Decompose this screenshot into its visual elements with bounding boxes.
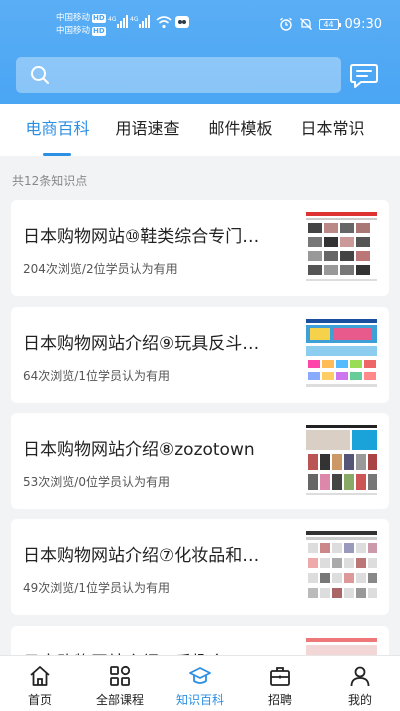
hd-badge-2: HD: [92, 27, 106, 36]
card-meta: 53次浏览/0位学员认为有用: [23, 475, 170, 489]
battery-icon: 44: [318, 18, 341, 30]
card-title: 日本购物网站介绍⑧zozotown: [23, 440, 255, 460]
nav-label: 首页: [27, 693, 52, 707]
card-title: 日本购物网站⑩鞋类综合专门…: [23, 227, 260, 247]
status-bar: 中国移动 HD 中国移动 HD 4G 4G 44 09:30: [0, 0, 400, 46]
app-notification-icon: [175, 16, 189, 28]
nav-label: 全部课程: [95, 693, 144, 707]
knowledge-card[interactable]: 日本购物网站⑩鞋类综合专门… 204次浏览/2位学员认为有用: [11, 200, 389, 296]
status-right: 44 09:30: [279, 14, 382, 34]
carrier-2: 中国移动: [56, 26, 91, 36]
active-tab-indicator: [43, 153, 71, 156]
nav-label: 我的: [347, 693, 372, 707]
card-thumbnail: [304, 423, 379, 499]
knowledge-count: 共12条知识点: [12, 174, 88, 188]
nav-all-courses[interactable]: 全部课程: [80, 656, 160, 711]
card-meta: 64次浏览/1位学员认为有用: [23, 369, 170, 383]
tab-email-templates[interactable]: 邮件模板: [198, 104, 283, 156]
app-header: 中国移动 HD 中国移动 HD 4G 4G 44 09:30: [0, 0, 400, 104]
signal-icon: 4G 4G: [108, 15, 150, 28]
nav-label: 知识百科: [175, 693, 224, 707]
nav-home[interactable]: 首页: [0, 656, 80, 711]
category-tabs: 电商百科 用语速查 邮件模板 日本常识: [0, 104, 400, 156]
tab-phrases[interactable]: 用语速查: [105, 104, 190, 156]
search-box[interactable]: [16, 57, 341, 93]
tab-ecommerce[interactable]: 电商百科: [15, 104, 100, 156]
grid-icon: [110, 665, 131, 686]
search-icon: [31, 66, 49, 84]
carrier-info: 中国移动 HD 中国移动 HD: [56, 12, 106, 38]
wifi-icon: [156, 16, 172, 29]
knowledge-card[interactable]: 日本购物网站介绍⑦化妆品和… 49次浏览/1位学员认为有用: [11, 519, 389, 615]
svg-text:4G: 4G: [108, 16, 117, 23]
card-meta: 204次浏览/2位学员认为有用: [23, 262, 178, 276]
user-icon: [350, 666, 370, 687]
briefcase-icon: [270, 667, 290, 686]
nav-jobs[interactable]: 招聘: [240, 656, 320, 711]
svg-text:4G: 4G: [130, 16, 139, 23]
bottom-navigation: 首页 全部课程 知识百科 招聘 我的: [0, 655, 400, 711]
carrier-1: 中国移动: [56, 13, 91, 23]
card-meta: 49次浏览/1位学员认为有用: [23, 581, 170, 595]
nav-knowledge[interactable]: 知识百科: [160, 656, 240, 711]
card-title: 日本购物网站介绍⑦化妆品和…: [23, 546, 260, 566]
home-icon: [30, 666, 50, 686]
clock: 09:30: [344, 16, 382, 32]
knowledge-card[interactable]: 日本购物网站介绍⑧zozotown 53次浏览/0位学员认为有用: [11, 413, 389, 509]
graduation-cap-icon: [189, 667, 211, 684]
hd-badge-1: HD: [92, 14, 106, 23]
knowledge-card[interactable]: 日本购物网站介绍⑨玩具反斗… 64次浏览/1位学员认为有用: [11, 307, 389, 403]
message-icon[interactable]: [349, 60, 379, 90]
tab-japan-knowledge[interactable]: 日本常识: [290, 104, 375, 156]
card-thumbnail: [304, 529, 379, 605]
search-input[interactable]: [60, 57, 330, 93]
card-title: 日本购物网站介绍⑨玩具反斗…: [23, 334, 260, 354]
alarm-icon: [279, 17, 292, 31]
nav-label: 招聘: [267, 693, 292, 707]
mute-bell-icon: [299, 18, 312, 30]
card-thumbnail: [304, 317, 379, 393]
card-thumbnail: [304, 210, 379, 286]
nav-profile[interactable]: 我的: [320, 656, 400, 711]
